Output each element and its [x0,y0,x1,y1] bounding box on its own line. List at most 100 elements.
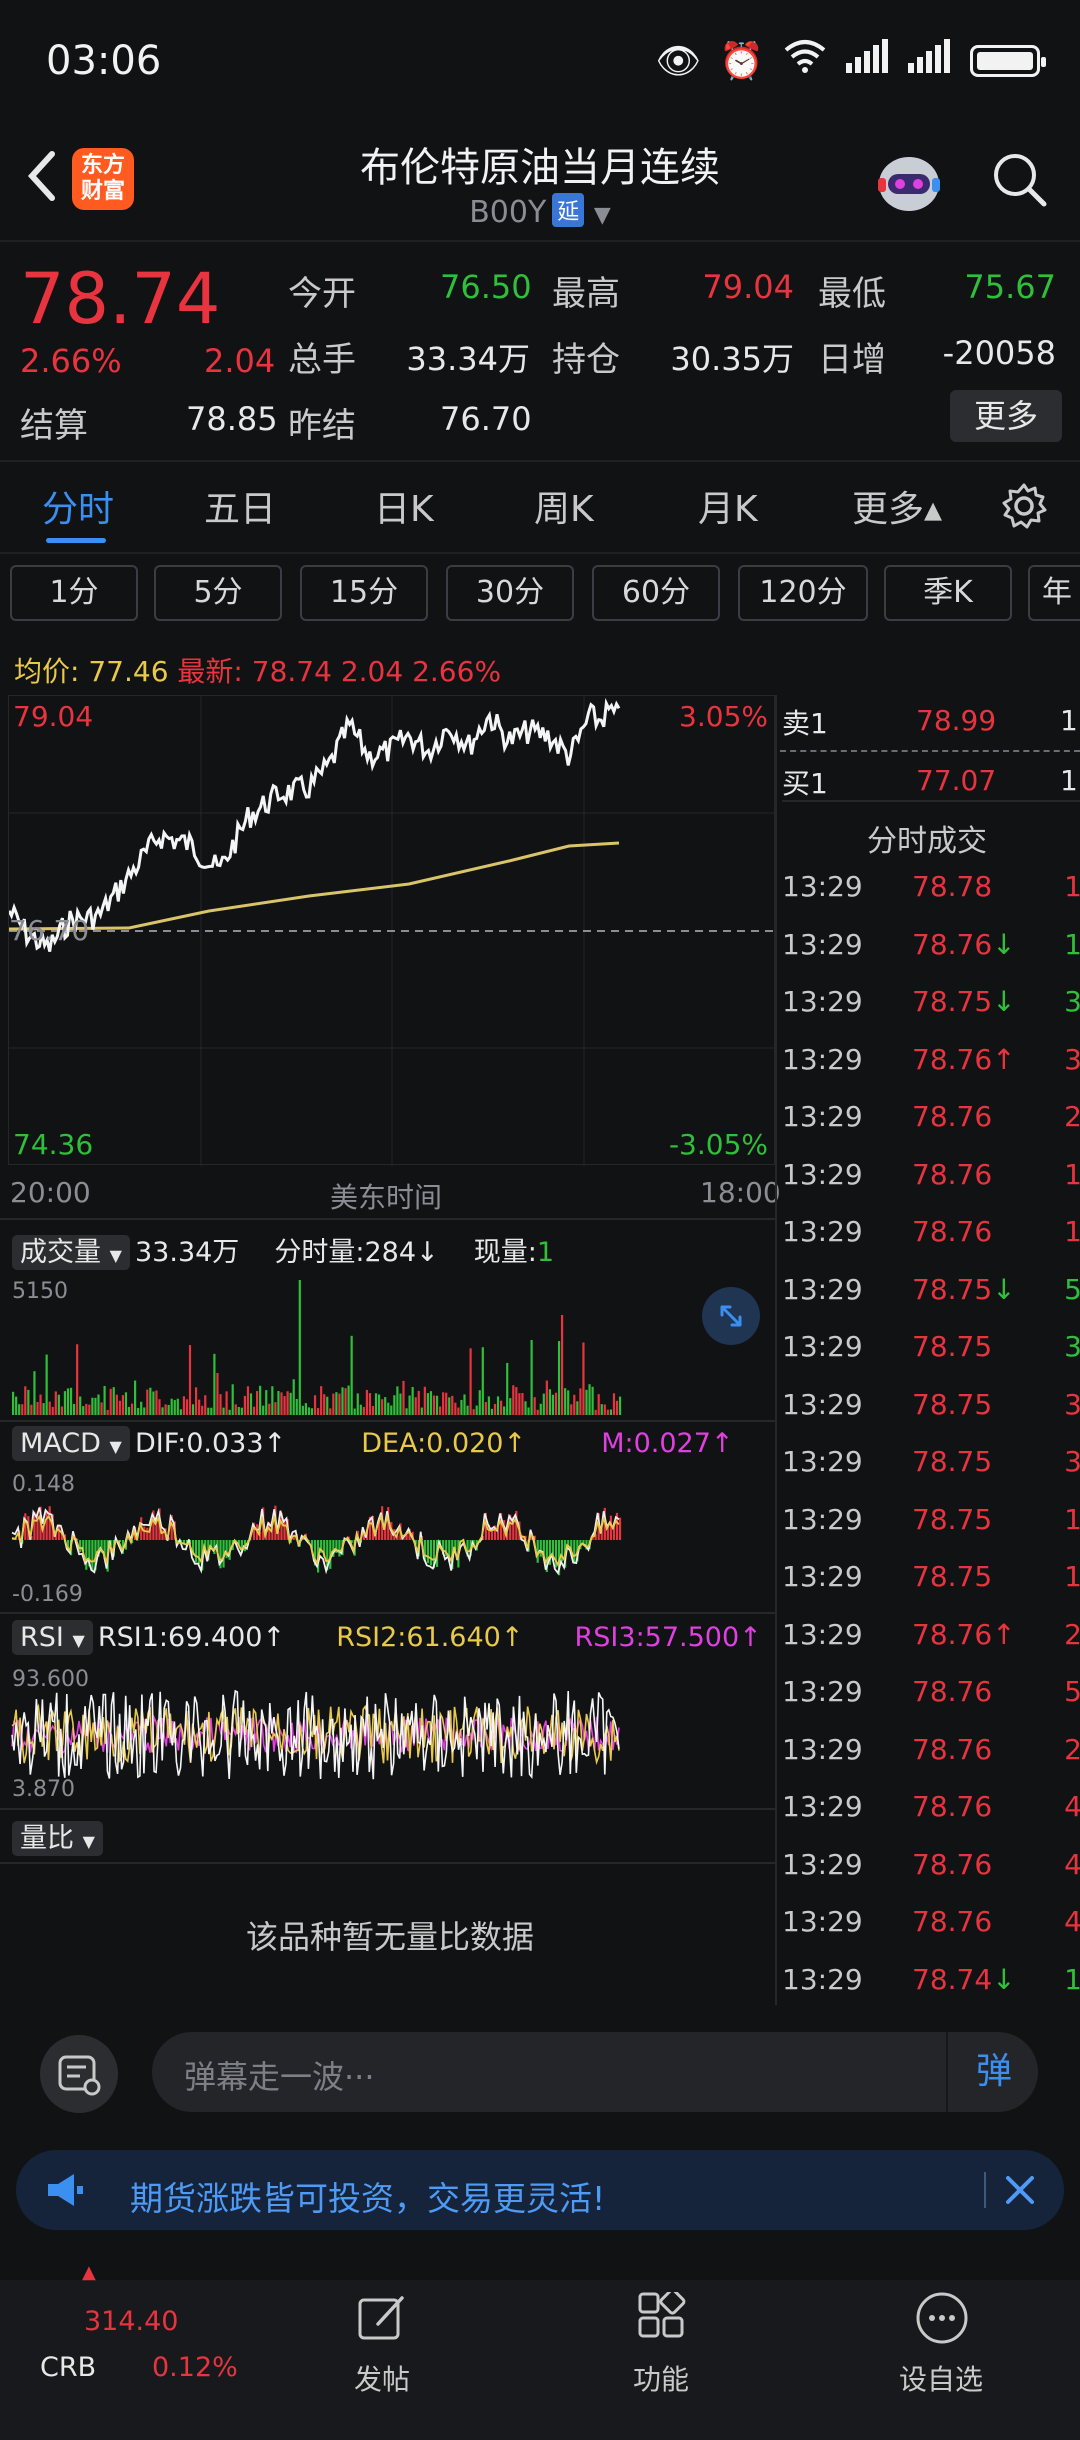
trade-time: 13:29 [782,1675,863,1708]
macd-bar [573,1540,576,1564]
battery-icon [970,44,1046,77]
volume-chart[interactable]: 5150 [8,1275,775,1415]
trade-time: 13:29 [782,1732,863,1766]
chart-settings-button[interactable] [1000,482,1048,530]
divider [0,240,1080,242]
volume-value: 33.34万 [406,340,530,378]
volume-bar [323,1394,326,1415]
volume-bar [191,1404,195,1415]
rsi-indicator-dropdown[interactable]: RSI ▼ [12,1620,93,1655]
volume-bar [463,1394,466,1415]
trade-row: 13:29 78.78 1 [782,860,1080,917]
period-60min[interactable]: 60分 [592,565,720,621]
macd-indicator-dropdown[interactable]: MACD ▼ [12,1426,130,1461]
ratio-indicator-dropdown[interactable]: 量比 ▼ [12,1821,103,1856]
y-mid-label: 76.70 [9,914,90,947]
nav-function[interactable]: 功能 [586,2358,736,2398]
volume-bar [579,1388,582,1415]
volume-bar [79,1396,82,1415]
trade-volume: 5 [1064,1675,1080,1708]
expand-chart-button[interactable] [702,1287,760,1345]
tab-daily-k[interactable]: 日K [374,480,434,532]
volume-bar [301,1405,304,1415]
robot-assistant-icon[interactable] [870,148,948,220]
period-1min[interactable]: 1分 [10,565,138,621]
volume-bar [451,1395,454,1415]
volume-bar [475,1405,478,1415]
volume-bar [618,1396,622,1415]
period-15min[interactable]: 15分 [300,565,428,621]
volume-bar [100,1402,103,1415]
trade-volume: 1 [1064,927,1080,961]
buy1-label: 买1 [782,767,828,800]
rsi-chart-svg [11,1689,620,1780]
volume-bar [600,1404,603,1415]
danmu-send-button[interactable]: 弹 [946,2032,1040,2112]
macd-bar [539,1540,542,1557]
intraday-chart[interactable]: 79.04 76.70 74.36 3.05% -3.05% [8,695,776,1166]
macd-bar [24,1513,27,1540]
current-volume-label: 现量: [473,1237,537,1268]
period-year-k[interactable]: 年 [1028,565,1080,621]
trade-time: 13:29 [782,1502,863,1536]
rsi-chart[interactable]: 93.600 3.870 [8,1665,775,1805]
trade-time: 13:29 [782,1560,863,1593]
nav-add-watchlist[interactable]: 设自选 [866,2358,1016,2398]
trade-volume: 1 [1064,1962,1080,1996]
trade-price: 78.76↑ [912,1042,1016,1076]
macd-bar [195,1540,198,1563]
tab-monthly-k[interactable]: 月K [698,480,758,532]
period-5min[interactable]: 5分 [154,565,282,621]
settle-value: 78.85 [186,400,278,438]
expand-icon [720,1305,742,1327]
tab-intraday[interactable]: 分时 [42,480,114,532]
open-interest-label: 持仓 [552,340,620,380]
trade-price: 78.76 [912,1675,993,1708]
more-quote-button[interactable]: 更多 [950,390,1062,442]
trade-time: 13:29 [782,1962,863,1996]
volume-bar [249,1393,253,1415]
volume-bar [256,1391,259,1415]
volume-bar [426,1393,429,1415]
trade-time: 13:29 [782,1215,863,1248]
volume-bar [597,1394,600,1415]
current-volume-value: 1 [536,1237,555,1268]
volume-bar [121,1395,124,1415]
period-quarter-k[interactable]: 季K [884,565,1012,621]
volume-bar [216,1372,219,1415]
nav-post[interactable]: 发帖 [307,2358,457,2398]
volume-bar [91,1397,94,1415]
volume-bar [481,1347,484,1415]
volume-bar [472,1409,475,1415]
volume-bar [12,1391,15,1415]
volume-bar [524,1401,527,1415]
volume-bar [185,1399,189,1415]
macd-bar [85,1540,88,1570]
signal-icon-2 [908,39,952,82]
volume-bar [490,1408,494,1415]
macd-chart[interactable]: 0.148 -0.169 [8,1470,775,1610]
volume-bar [51,1406,54,1415]
trade-price: 78.75 [912,1502,993,1536]
sell1-row: 卖1 [782,702,828,742]
search-button[interactable] [990,150,1048,208]
volume-bar [155,1390,158,1415]
tab-five-day[interactable]: 五日 [204,480,276,532]
comment-list-button[interactable] [40,2035,118,2113]
volume-bar [313,1395,317,1415]
trade-volume: 2 [1064,1617,1080,1651]
volume-label: 总手 [288,340,356,380]
volume-indicator-dropdown[interactable]: 成交量 ▼ [12,1235,130,1270]
trade-time: 13:29 [782,1272,863,1306]
volume-bar [310,1408,314,1415]
trade-price: 78.76↑ [912,1617,1016,1651]
period-30min[interactable]: 30分 [446,565,574,621]
period-120min[interactable]: 120分 [738,565,868,621]
volume-bar [554,1392,558,1415]
tab-weekly-k[interactable]: 周K [534,480,594,532]
volume-bar [176,1398,179,1415]
banner-close-button[interactable] [998,2168,1042,2212]
crb-label[interactable]: CRB [40,2352,96,2383]
tab-more[interactable]: 更多▴ [852,480,942,532]
volume-bar [143,1407,146,1415]
